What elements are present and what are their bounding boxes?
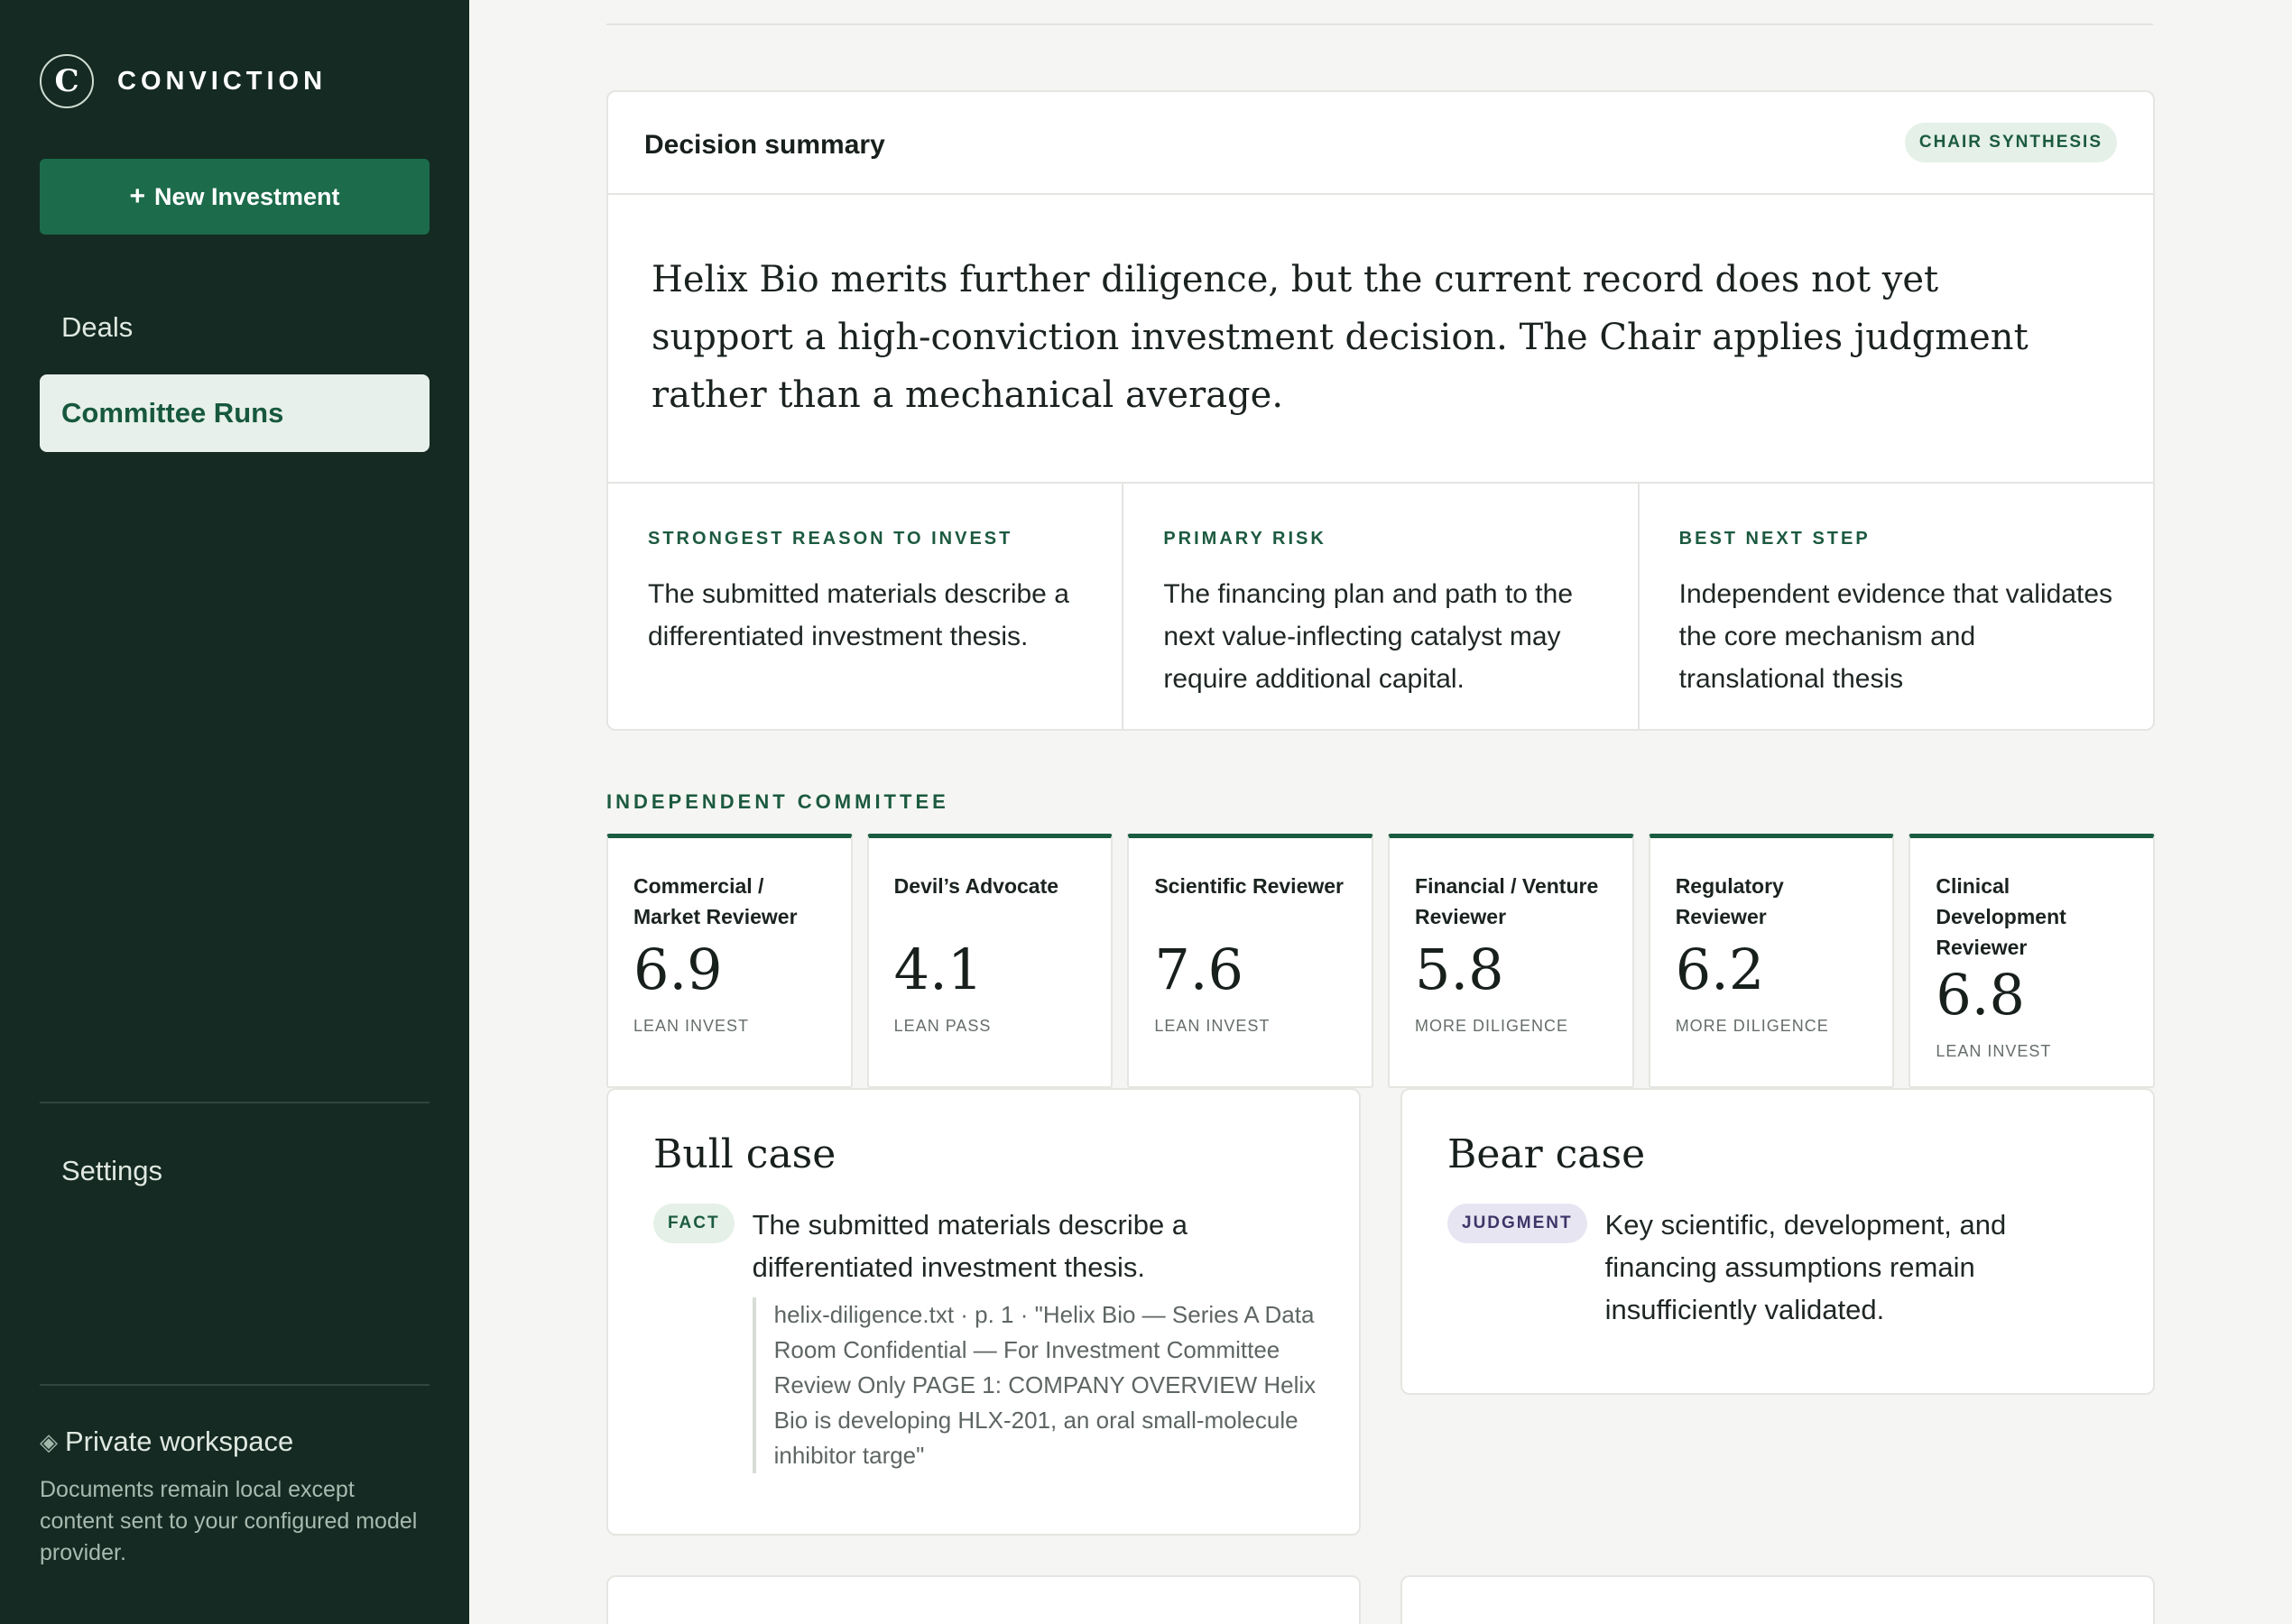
next-card-partial: [1400, 1575, 2155, 1624]
sidebar-item-deals[interactable]: Deals: [40, 289, 430, 366]
reviewer-name: Devil’s Advocate: [893, 874, 1059, 898]
top-divider: [606, 23, 2153, 25]
next-card-partial: [606, 1575, 1361, 1624]
reviewer-card[interactable]: Financial / Venture Reviewer 5.8 MORE DI…: [1388, 834, 1634, 1088]
reviewer-verdict: MORE DILIGENCE: [1415, 1017, 1569, 1035]
best-next-step-column: BEST NEXT STEP Independent evidence that…: [1640, 484, 2153, 729]
evidence-quote[interactable]: helix-diligence.txt · p. 1 · "Helix Bio …: [752, 1297, 1330, 1473]
new-investment-button[interactable]: + New Investment: [40, 159, 430, 235]
reviewer-score: 6.2: [1675, 937, 1765, 1002]
sidebar-item-settings[interactable]: Settings: [40, 1132, 430, 1210]
bear-claim: JUDGMENT Key scientific, development, an…: [1447, 1204, 2075, 1331]
brand-name: CONVICTION: [117, 66, 328, 96]
judgment-tag: JUDGMENT: [1447, 1204, 1587, 1243]
plus-icon: +: [129, 181, 145, 211]
reviewer-score: 6.9: [633, 937, 723, 1002]
reviewer-card[interactable]: Scientific Reviewer 7.6 LEAN INVEST: [1127, 834, 1374, 1088]
reviewer-cards: Commercial / Market Reviewer 6.9 LEAN IN…: [606, 834, 2156, 1088]
sidebar: C CONVICTION + New Investment Deals Comm…: [0, 0, 469, 1624]
sidebar-divider: [40, 1384, 430, 1386]
decision-header: Decision summary CHAIR SYNTHESIS: [608, 92, 2153, 195]
column-label: STRONGEST REASON TO INVEST: [648, 529, 1013, 549]
fact-tag: FACT: [653, 1204, 735, 1243]
decision-columns: STRONGEST REASON TO INVEST The submitted…: [608, 484, 2153, 729]
claim-text: The submitted materials describe a diffe…: [752, 1209, 1188, 1283]
reviewer-card[interactable]: Clinical Development Reviewer 6.8 LEAN I…: [1908, 834, 2156, 1088]
decision-summary-text: Helix Bio merits further diligence, but …: [608, 195, 2153, 484]
column-text: The financing plan and path to the next …: [1163, 579, 1574, 694]
logo-icon: C: [40, 54, 94, 108]
reviewer-name: Clinical Development Reviewer: [1936, 874, 2066, 959]
bear-case-title: Bear case: [1447, 1131, 1646, 1177]
sidebar-divider: [40, 1102, 430, 1103]
sidebar-item-committee-runs[interactable]: Committee Runs: [40, 374, 430, 452]
privacy-title-text: Private workspace: [65, 1426, 294, 1457]
diamond-icon: ◈: [40, 1427, 58, 1455]
claim-body: Key scientific, development, and financi…: [1605, 1204, 2075, 1331]
chair-synthesis-badge: CHAIR SYNTHESIS: [1904, 123, 2117, 162]
privacy-text: Documents remain local except content se…: [40, 1477, 418, 1565]
bull-claim: FACT The submitted materials describe a …: [653, 1204, 1330, 1473]
sidebar-item-label: Settings: [61, 1155, 163, 1186]
claim-body: The submitted materials describe a diffe…: [752, 1204, 1330, 1473]
reviewer-verdict: MORE DILIGENCE: [1675, 1017, 1829, 1035]
reviewer-name: Financial / Venture Reviewer: [1415, 874, 1599, 928]
reviewer-verdict: LEAN INVEST: [1936, 1042, 2052, 1060]
reviewer-card[interactable]: Commercial / Market Reviewer 6.9 LEAN IN…: [606, 834, 853, 1088]
sidebar-item-label: Committee Runs: [61, 397, 284, 429]
sidebar-item-label: Deals: [61, 311, 134, 343]
privacy-notice: ◈ Private workspace Documents remain loc…: [40, 1426, 430, 1569]
reviewer-name: Regulatory Reviewer: [1675, 874, 1784, 928]
column-label: PRIMARY RISK: [1163, 529, 1326, 549]
privacy-title: ◈ Private workspace: [40, 1426, 430, 1458]
committee-section-label: INDEPENDENT COMMITTEE: [606, 790, 949, 813]
reviewer-verdict: LEAN PASS: [893, 1017, 992, 1035]
strongest-reason-column: STRONGEST REASON TO INVEST The submitted…: [608, 484, 1124, 729]
claim-text: Key scientific, development, and financi…: [1604, 1209, 2007, 1325]
column-label: BEST NEXT STEP: [1678, 529, 1871, 549]
column-text: Independent evidence that validates the …: [1678, 579, 2113, 694]
reviewer-card[interactable]: Regulatory Reviewer 6.2 MORE DILIGENCE: [1648, 834, 1895, 1088]
reviewer-verdict: LEAN INVEST: [633, 1017, 750, 1035]
bear-case-card: Bear case JUDGMENT Key scientific, devel…: [1400, 1088, 2155, 1395]
reviewer-score: 6.8: [1936, 962, 2025, 1028]
bull-case-title: Bull case: [653, 1131, 836, 1177]
bull-case-card: Bull case FACT The submitted materials d…: [606, 1088, 1361, 1536]
column-text: The submitted materials describe a diffe…: [648, 579, 1069, 651]
reviewer-verdict: LEAN INVEST: [1154, 1017, 1271, 1035]
reviewer-score: 7.6: [1154, 937, 1243, 1002]
decision-title: Decision summary: [644, 130, 885, 160]
primary-risk-column: PRIMARY RISK The financing plan and path…: [1123, 484, 1640, 729]
reviewer-score: 4.1: [893, 937, 984, 1002]
reviewer-name: Scientific Reviewer: [1154, 874, 1344, 898]
decision-summary-card: Decision summary CHAIR SYNTHESIS Helix B…: [606, 90, 2155, 731]
brand[interactable]: C CONVICTION: [40, 54, 327, 108]
reviewer-score: 5.8: [1415, 937, 1504, 1002]
new-investment-label: New Investment: [153, 182, 340, 210]
reviewer-card[interactable]: Devil’s Advocate 4.1 LEAN PASS: [866, 834, 1114, 1088]
reviewer-name: Commercial / Market Reviewer: [633, 874, 798, 928]
